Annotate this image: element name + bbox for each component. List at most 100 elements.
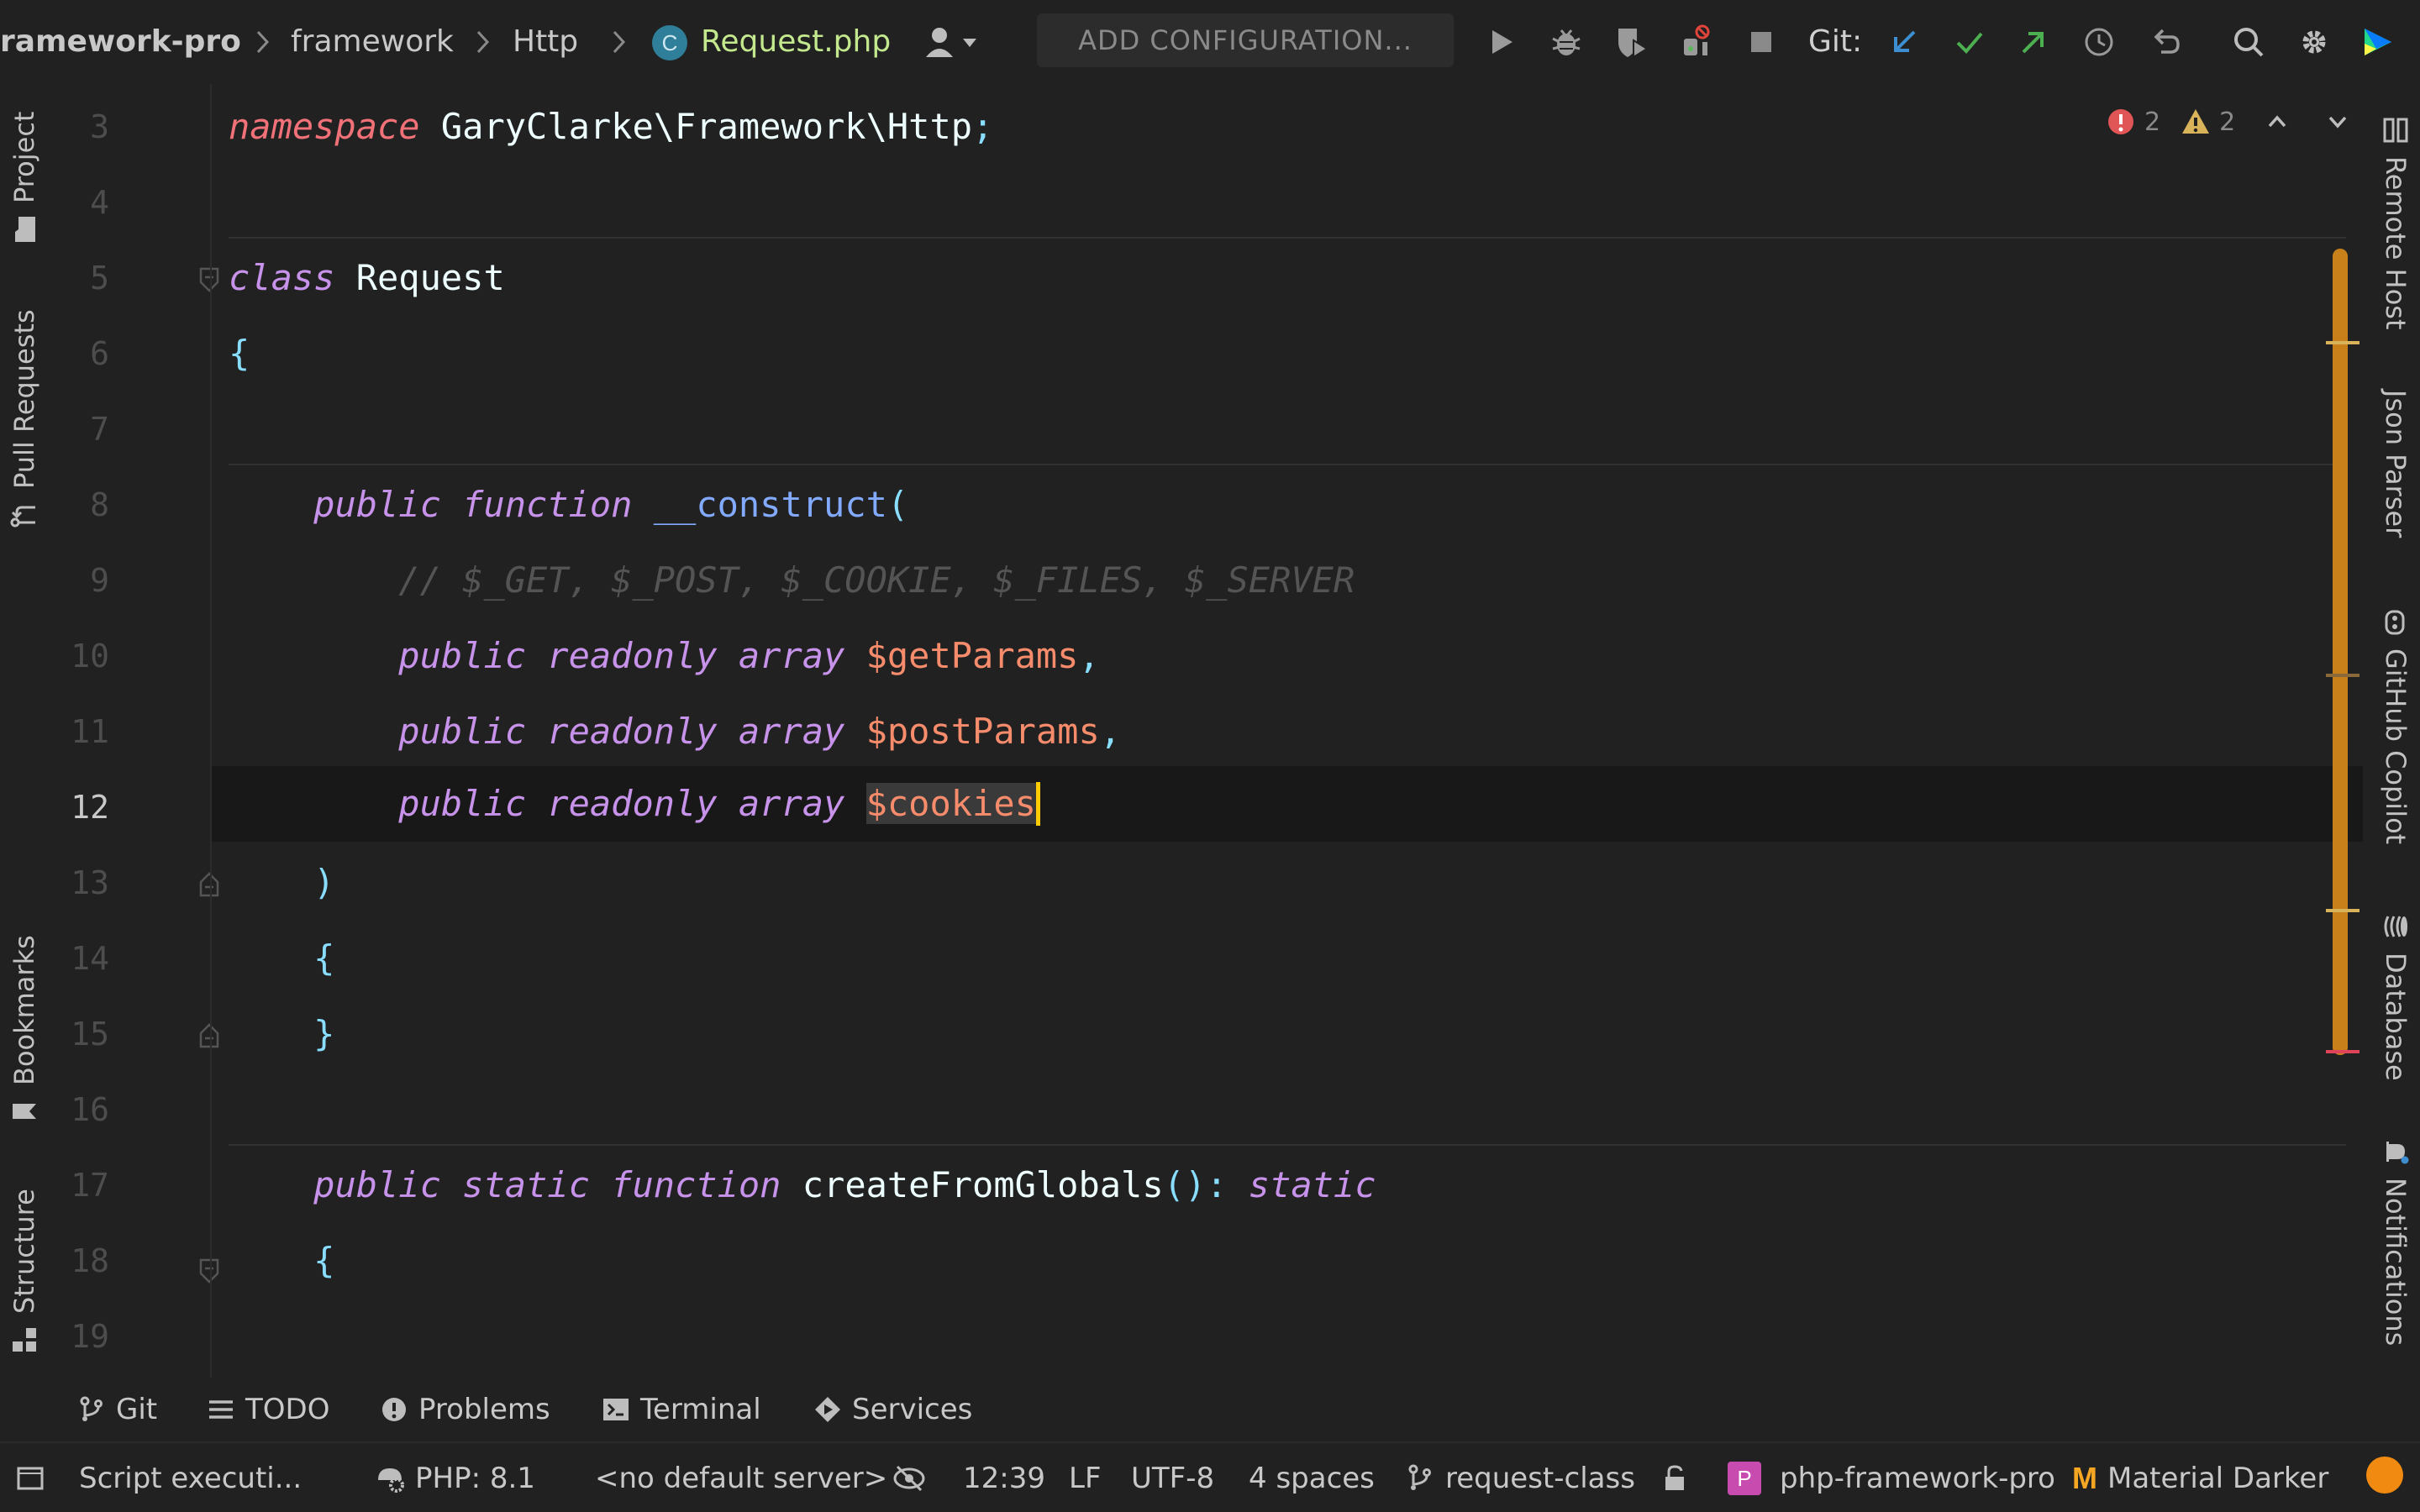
line-number: 19 (71, 1318, 109, 1355)
scrollbar-thumb[interactable] (2333, 249, 2348, 1055)
coverage-icon[interactable] (1607, 17, 1657, 67)
background-task-status[interactable]: Script executi... (79, 1458, 302, 1499)
line-number: 8 (90, 486, 109, 523)
git-branch-icon (80, 1396, 103, 1421)
pull-request-icon (10, 506, 35, 528)
project-tool-tab[interactable]: Project (8, 112, 40, 244)
line-number: 16 (71, 1091, 109, 1128)
services-icon (815, 1397, 840, 1422)
git-commit-icon[interactable] (1944, 17, 1995, 67)
main-toolbar: ramework-pro framework Http C Request.ph… (0, 0, 2420, 84)
warning-marker[interactable] (2326, 674, 2360, 677)
line-number: 3 (90, 108, 109, 145)
status-bar: Script executi... PHP: 8.1 <no default s… (0, 1441, 2420, 1512)
code-line-15: } (313, 1013, 335, 1054)
error-count: 2 (2144, 107, 2161, 137)
hide-toolbar-icon[interactable] (891, 1458, 928, 1499)
chevron-down-icon[interactable] (2323, 107, 2353, 137)
ide-status-indicator[interactable] (2366, 1457, 2403, 1494)
inspections-widget[interactable]: 2 2 (2106, 101, 2353, 143)
jetbrains-logo-icon[interactable] (2353, 17, 2403, 67)
folder-icon (15, 217, 35, 242)
warning-count: 2 (2219, 107, 2236, 137)
debug-icon[interactable] (1541, 17, 1591, 67)
code-line-17: public static function createFromGlobals… (313, 1164, 1376, 1205)
remote-host-tool-tab[interactable]: Remote Host (2380, 116, 2412, 330)
bookmark-icon (13, 1104, 36, 1119)
line-number-current: 12 (71, 789, 109, 826)
git-branch-status[interactable]: request-class (1405, 1458, 1635, 1499)
bell-icon (2386, 1142, 2409, 1164)
git-push-icon[interactable] (2008, 17, 2059, 67)
search-icon[interactable] (2223, 17, 2274, 67)
toggle-tool-windows-icon[interactable] (15, 1458, 45, 1499)
json-parser-tool-tab[interactable]: Json Parser (2380, 390, 2412, 538)
code-line-18: { (313, 1240, 335, 1281)
breadcrumb-http[interactable]: Http (513, 22, 578, 62)
code-line-14: { (313, 937, 335, 979)
git-label: Git: (1808, 24, 1863, 59)
chevron-right-icon (250, 24, 276, 60)
left-tool-strip: Project Pull Requests Bookmarks Structur… (0, 84, 50, 1378)
method-separator (229, 237, 2346, 239)
error-marker[interactable] (2326, 1050, 2360, 1053)
line-number-gutter: 3 4 5 6 7 8 9 10 11 12 13 14 15 16 17 18… (50, 84, 219, 1378)
chevron-up-icon[interactable] (2262, 107, 2292, 137)
code-line-11: public readonly array $postParams, (398, 711, 1122, 752)
file-encoding[interactable]: UTF-8 (1131, 1458, 1214, 1499)
php-gear-icon (378, 1468, 404, 1493)
line-number: 5 (90, 260, 109, 297)
pull-requests-tool-tab[interactable]: Pull Requests (8, 309, 40, 529)
breadcrumb-framework[interactable]: framework (291, 22, 454, 62)
line-separator[interactable]: LF (1069, 1458, 1102, 1499)
selected-identifier: $cookies (865, 783, 1036, 824)
run-icon[interactable] (1476, 17, 1526, 67)
profiler-icon[interactable] (1670, 17, 1721, 67)
settings-gear-icon[interactable] (2289, 17, 2339, 67)
project-selector[interactable]: P php-framework-pro (1728, 1458, 2055, 1499)
git-branch-icon (1408, 1464, 1431, 1490)
add-configuration-button[interactable]: ADD CONFIGURATION... (1037, 13, 1454, 67)
notifications-tool-tab[interactable]: Notifications (2380, 1137, 2412, 1346)
breadcrumb-project[interactable]: ramework-pro (0, 22, 241, 62)
history-icon[interactable] (2074, 17, 2124, 67)
code-line-13: ) (313, 862, 335, 903)
bottom-tool-tabs: Git TODO Problems Terminal Services (0, 1378, 2420, 1441)
problems-tool-tab[interactable]: Problems (380, 1388, 550, 1431)
services-tool-tab[interactable]: Services (813, 1388, 972, 1431)
user-dropdown-icon[interactable] (916, 17, 992, 67)
code-line-3: namespace GaryClarke\Framework\Http; (229, 106, 994, 147)
php-interpreter-status[interactable]: PHP: 8.1 (375, 1458, 535, 1499)
method-separator (229, 464, 2346, 465)
code-editor[interactable]: namespace GaryClarke\Framework\Http; cla… (212, 84, 2363, 1378)
git-update-icon[interactable] (1879, 17, 1929, 67)
line-number: 4 (90, 184, 109, 221)
line-number: 6 (90, 335, 109, 372)
chevron-right-icon (471, 24, 496, 60)
error-icon (2108, 109, 2133, 134)
terminal-tool-tab[interactable]: Terminal (602, 1388, 761, 1431)
line-number: 14 (71, 940, 109, 977)
warning-marker[interactable] (2326, 341, 2360, 344)
line-number: 13 (71, 864, 109, 901)
indent-setting[interactable]: 4 spaces (1249, 1458, 1375, 1499)
breadcrumb-file[interactable]: Request.php (701, 22, 891, 62)
bookmarks-tool-tab[interactable]: Bookmarks (8, 935, 40, 1126)
caret-position[interactable]: 12:39 (963, 1458, 1045, 1499)
line-number: 10 (71, 638, 109, 675)
theme-selector[interactable]: M Material Darker (2072, 1458, 2328, 1499)
problems-icon (382, 1398, 406, 1421)
stop-icon[interactable] (1736, 17, 1786, 67)
github-copilot-tool-tab[interactable]: GitHub Copilot (2380, 608, 2412, 844)
todo-tool-tab[interactable]: TODO (207, 1388, 329, 1431)
code-line-12: public readonly array $cookies (229, 766, 1040, 842)
lock-icon[interactable] (1660, 1458, 1691, 1499)
method-separator (229, 1144, 2346, 1146)
structure-tool-tab[interactable]: Structure (8, 1189, 40, 1354)
error-stripe-scrollbar[interactable] (2326, 249, 2360, 1058)
rollback-icon[interactable] (2141, 17, 2191, 67)
git-tool-tab[interactable]: Git (77, 1388, 157, 1431)
warning-marker[interactable] (2326, 909, 2360, 912)
default-server-status[interactable]: <no default server> (595, 1458, 887, 1499)
database-tool-tab[interactable]: Database (2380, 912, 2412, 1081)
